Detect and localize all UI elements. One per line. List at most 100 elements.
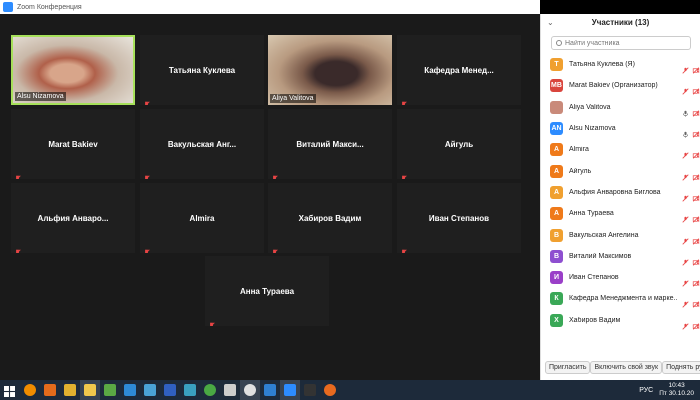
firefox-icon[interactable] <box>320 380 340 400</box>
participant-tile[interactable]: Aliya Valitova <box>268 35 392 105</box>
participant-row[interactable]: В Виталий Максимов <box>541 246 700 267</box>
app-green-icon[interactable] <box>100 380 120 400</box>
unmute-self-button[interactable]: Включить свой звук <box>590 361 663 374</box>
participant-row[interactable]: A Альфия Анваровна Биглова <box>541 182 700 203</box>
participant-tile[interactable]: Виталий Макси... <box>268 109 392 179</box>
participant-name: Вакульская Ангелина <box>569 231 639 239</box>
windows-start-icon[interactable] <box>0 380 20 400</box>
participant-status-icons <box>682 146 700 159</box>
participant-row[interactable]: К Кафедра Менеджмента и марке... <box>541 288 700 309</box>
mic-muted-icon <box>143 243 150 253</box>
clock-date: Пт 30.10.20 <box>659 390 694 397</box>
mic-muted-icon <box>271 243 278 253</box>
participants-title: Участники (13) <box>591 18 650 27</box>
participant-row[interactable]: В Вакульская Ангелина <box>541 224 700 245</box>
vlc-icon[interactable] <box>20 380 40 400</box>
participant-name: Aliya Valitova <box>569 103 611 111</box>
avatar: Х <box>550 313 563 327</box>
video-off-icon <box>692 274 700 287</box>
mic-muted-icon <box>682 232 689 245</box>
tile-name: Хабиров Вадим <box>298 213 362 223</box>
mic-muted-icon <box>682 253 689 266</box>
participant-status-icons <box>682 82 700 96</box>
app-white-icon[interactable] <box>220 380 240 400</box>
screen-icon[interactable] <box>140 380 160 400</box>
participant-search[interactable] <box>551 36 691 50</box>
participant-row[interactable]: A Almira <box>541 139 700 160</box>
video-off-icon <box>692 61 700 74</box>
tile-name: Alsu Nizamova <box>15 92 66 101</box>
keyboard-language[interactable]: РУС <box>639 387 653 394</box>
participant-tile[interactable]: Almira <box>140 183 264 253</box>
invite-button[interactable]: Пригласить <box>545 361 591 374</box>
participant-row[interactable]: Х Хабиров Вадим <box>541 310 700 331</box>
avatar: Т <box>550 58 563 72</box>
participant-status-icons <box>682 295 700 309</box>
mic-muted-icon <box>208 316 215 326</box>
zoom-logo-icon <box>3 2 13 12</box>
video-gallery: Alsu Nizamova Татьяна Куклева Aliya Valito… <box>0 14 540 380</box>
avatar: MB <box>550 79 563 93</box>
participant-name: Айгуль <box>569 167 592 175</box>
mic-muted-icon <box>14 169 21 179</box>
participant-tile[interactable]: Хабиров Вадим <box>268 183 392 253</box>
mic-muted-icon <box>143 95 150 105</box>
search-input[interactable] <box>565 39 685 47</box>
participant-tile[interactable]: Alsu Nizamova <box>11 35 135 105</box>
mic-muted-icon <box>400 95 407 105</box>
participant-row[interactable]: Т Татьяна Куклева (Я) <box>541 54 700 75</box>
participant-tile[interactable]: Кафедра Менед... <box>397 35 521 105</box>
tile-name: Анна Тураева <box>239 286 295 296</box>
participant-status-icons <box>682 61 700 74</box>
panel-buttons: Пригласить Включить свой звук Поднять ру… <box>541 361 700 374</box>
participant-row[interactable]: AN Alsu Nizamova <box>541 118 700 139</box>
avatar: A <box>550 185 563 199</box>
system-tray: РУС 10:43 Пт 30.10.20 <box>639 380 694 400</box>
app-dark-icon[interactable] <box>300 380 320 400</box>
app-yellow-icon[interactable] <box>60 380 80 400</box>
participant-row[interactable]: MB Marat Bakiev (Организатор) <box>541 75 700 96</box>
participant-status-icons <box>682 210 700 223</box>
participant-tile[interactable]: Анна Тураева <box>205 256 329 326</box>
raise-hand-button[interactable]: Поднять руку <box>662 361 700 374</box>
participant-tile[interactable]: Айгуль <box>397 109 521 179</box>
avatar: И <box>550 271 563 285</box>
participant-row[interactable]: Aliya Valitova <box>541 97 700 118</box>
app-blue-icon[interactable] <box>120 380 140 400</box>
participant-row[interactable]: A Айгуль <box>541 160 700 181</box>
participant-tile[interactable]: Альфия Анваро... <box>11 183 135 253</box>
clock[interactable]: 10:43 Пт 30.10.20 <box>659 382 694 398</box>
tile-name: Альфия Анваро... <box>37 213 109 223</box>
avatar: К <box>550 292 563 306</box>
participant-name: Almira <box>569 146 589 154</box>
tile-name: Almira <box>189 213 215 223</box>
participant-status-icons <box>682 104 700 117</box>
participant-tile[interactable]: Иван Степанов <box>397 183 521 253</box>
participant-row[interactable]: A Анна Тураева <box>541 203 700 224</box>
zoom-window: Zoom Конференция Alsu Nizamova Татьяна Ку… <box>0 0 700 400</box>
avatar <box>550 100 563 114</box>
video-off-icon <box>692 146 700 159</box>
app-blue2-icon[interactable] <box>160 380 180 400</box>
mic-muted-icon <box>682 61 689 74</box>
participant-tile[interactable]: Татьяна Куклева <box>140 35 264 105</box>
video-off-icon <box>692 189 700 202</box>
app-orange-icon[interactable] <box>40 380 60 400</box>
participant-name: Marat Bakiev (Организатор) <box>569 82 658 90</box>
chrome-icon[interactable] <box>240 380 260 400</box>
participant-status-icons <box>682 168 700 181</box>
participant-tile[interactable]: Marat Bakiev <box>11 109 135 179</box>
participant-name: Анна Тураева <box>569 210 614 218</box>
app-blue3-icon[interactable] <box>260 380 280 400</box>
participant-tile[interactable]: Вакульская Анг... <box>140 109 264 179</box>
zoom-icon[interactable] <box>280 380 300 400</box>
utorrent-icon[interactable] <box>200 380 220 400</box>
participant-name: Кафедра Менеджмента и марке... <box>569 295 677 303</box>
tile-name: Иван Степанов <box>428 213 490 223</box>
avatar: A <box>550 164 563 178</box>
file-explorer-icon[interactable] <box>80 380 100 400</box>
video-off-icon <box>692 210 700 223</box>
participant-row[interactable]: И Иван Степанов <box>541 267 700 288</box>
app-teal-icon[interactable] <box>180 380 200 400</box>
mic-muted-icon <box>143 169 150 179</box>
